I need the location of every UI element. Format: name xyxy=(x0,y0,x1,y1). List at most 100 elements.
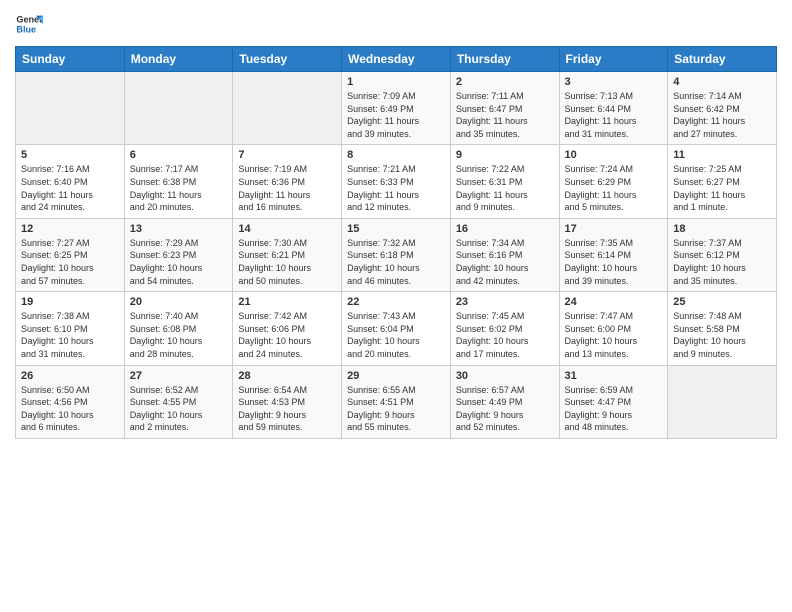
calendar-cell: 12 Sunrise: 7:27 AM Sunset: 6:25 PM Dayli… xyxy=(16,218,125,291)
day-number: 14 xyxy=(238,223,336,235)
calendar-week-row-2: 5 Sunrise: 7:16 AM Sunset: 6:40 PM Daylig… xyxy=(16,145,777,218)
calendar-cell xyxy=(16,72,125,145)
calendar-cell: 10Sunrise: 7:24 AM Sunset: 6:29 PM Dayli… xyxy=(559,145,668,218)
day-info: Sunrise: 7:13 AM Sunset: 6:44 PM Dayligh… xyxy=(565,90,663,140)
day-info: Sunrise: 7:21 AM Sunset: 6:33 PM Dayligh… xyxy=(347,163,445,213)
weekday-header-tuesday: Tuesday xyxy=(233,47,342,72)
day-number: 9 xyxy=(456,149,554,161)
calendar-cell xyxy=(668,365,777,438)
day-info: Sunrise: 7:24 AM Sunset: 6:29 PM Dayligh… xyxy=(565,163,663,213)
day-number: 17 xyxy=(565,223,663,235)
calendar-cell: 9 Sunrise: 7:22 AM Sunset: 6:31 PM Daylig… xyxy=(450,145,559,218)
calendar-cell: 3 Sunrise: 7:13 AM Sunset: 6:44 PM Daylig… xyxy=(559,72,668,145)
calendar-cell: 11 Sunrise: 7:25 AM Sunset: 6:27 PM Dayli… xyxy=(668,145,777,218)
calendar-cell xyxy=(233,72,342,145)
day-number: 20 xyxy=(130,296,228,308)
day-number: 31 xyxy=(565,370,663,382)
day-info: Sunrise: 7:29 AM Sunset: 6:23 PM Dayligh… xyxy=(130,237,228,287)
calendar-cell: 7 Sunrise: 7:19 AM Sunset: 6:36 PM Daylig… xyxy=(233,145,342,218)
calendar-table: SundayMondayTuesdayWednesdayThursdayFrid… xyxy=(15,46,777,439)
day-info: Sunrise: 7:35 AM Sunset: 6:14 PM Dayligh… xyxy=(565,237,663,287)
calendar-cell: 18 Sunrise: 7:37 AM Sunset: 6:12 PM Dayli… xyxy=(668,218,777,291)
weekday-header-saturday: Saturday xyxy=(668,47,777,72)
calendar-cell: 23Sunrise: 7:45 AM Sunset: 6:02 PM Dayli… xyxy=(450,292,559,365)
day-number: 2 xyxy=(456,76,554,88)
calendar-cell: 28 Sunrise: 6:54 AM Sunset: 4:53 PM Dayli… xyxy=(233,365,342,438)
calendar-cell: 4 Sunrise: 7:14 AM Sunset: 6:42 PM Daylig… xyxy=(668,72,777,145)
day-info: Sunrise: 7:40 AM Sunset: 6:08 PM Dayligh… xyxy=(130,310,228,360)
calendar-cell: 17 Sunrise: 7:35 AM Sunset: 6:14 PM Dayli… xyxy=(559,218,668,291)
day-info: Sunrise: 7:14 AM Sunset: 6:42 PM Dayligh… xyxy=(673,90,771,140)
calendar-cell: 21Sunrise: 7:42 AM Sunset: 6:06 PM Dayli… xyxy=(233,292,342,365)
calendar-cell: 13 Sunrise: 7:29 AM Sunset: 6:23 PM Dayli… xyxy=(124,218,233,291)
day-number: 6 xyxy=(130,149,228,161)
day-info: Sunrise: 6:57 AM Sunset: 4:49 PM Dayligh… xyxy=(456,384,554,434)
calendar-cell: 15Sunrise: 7:32 AM Sunset: 6:18 PM Dayli… xyxy=(342,218,451,291)
day-info: Sunrise: 7:48 AM Sunset: 5:58 PM Dayligh… xyxy=(673,310,771,360)
calendar-cell: 25 Sunrise: 7:48 AM Sunset: 5:58 PM Dayli… xyxy=(668,292,777,365)
day-number: 3 xyxy=(565,76,663,88)
weekday-header-row: SundayMondayTuesdayWednesdayThursdayFrid… xyxy=(16,47,777,72)
day-info: Sunrise: 7:22 AM Sunset: 6:31 PM Dayligh… xyxy=(456,163,554,213)
logo: General Blue xyxy=(15,10,43,38)
day-number: 13 xyxy=(130,223,228,235)
calendar-cell: 26Sunrise: 6:50 AM Sunset: 4:56 PM Dayli… xyxy=(16,365,125,438)
calendar-cell: 14 Sunrise: 7:30 AM Sunset: 6:21 PM Dayli… xyxy=(233,218,342,291)
calendar-week-row-3: 12 Sunrise: 7:27 AM Sunset: 6:25 PM Dayli… xyxy=(16,218,777,291)
day-info: Sunrise: 7:37 AM Sunset: 6:12 PM Dayligh… xyxy=(673,237,771,287)
day-number: 5 xyxy=(21,149,119,161)
calendar-cell: 22 Sunrise: 7:43 AM Sunset: 6:04 PM Dayli… xyxy=(342,292,451,365)
calendar-cell: 8 Sunrise: 7:21 AM Sunset: 6:33 PM Daylig… xyxy=(342,145,451,218)
day-info: Sunrise: 7:43 AM Sunset: 6:04 PM Dayligh… xyxy=(347,310,445,360)
day-number: 16 xyxy=(456,223,554,235)
day-info: Sunrise: 7:30 AM Sunset: 6:21 PM Dayligh… xyxy=(238,237,336,287)
day-info: Sunrise: 6:52 AM Sunset: 4:55 PM Dayligh… xyxy=(130,384,228,434)
day-number: 25 xyxy=(673,296,771,308)
day-number: 12 xyxy=(21,223,119,235)
calendar-week-row-5: 26Sunrise: 6:50 AM Sunset: 4:56 PM Dayli… xyxy=(16,365,777,438)
weekday-header-monday: Monday xyxy=(124,47,233,72)
day-info: Sunrise: 7:09 AM Sunset: 6:49 PM Dayligh… xyxy=(347,90,445,140)
calendar-cell: 16Sunrise: 7:34 AM Sunset: 6:16 PM Dayli… xyxy=(450,218,559,291)
day-info: Sunrise: 6:50 AM Sunset: 4:56 PM Dayligh… xyxy=(21,384,119,434)
day-info: Sunrise: 7:27 AM Sunset: 6:25 PM Dayligh… xyxy=(21,237,119,287)
day-info: Sunrise: 7:19 AM Sunset: 6:36 PM Dayligh… xyxy=(238,163,336,213)
calendar-cell: 1 Sunrise: 7:09 AM Sunset: 6:49 PM Daylig… xyxy=(342,72,451,145)
day-number: 24 xyxy=(565,296,663,308)
day-number: 11 xyxy=(673,149,771,161)
calendar-cell: 27Sunrise: 6:52 AM Sunset: 4:55 PM Dayli… xyxy=(124,365,233,438)
calendar-cell: 6 Sunrise: 7:17 AM Sunset: 6:38 PM Daylig… xyxy=(124,145,233,218)
calendar-cell: 2 Sunrise: 7:11 AM Sunset: 6:47 PM Daylig… xyxy=(450,72,559,145)
calendar-week-row-1: 1 Sunrise: 7:09 AM Sunset: 6:49 PM Daylig… xyxy=(16,72,777,145)
day-info: Sunrise: 7:16 AM Sunset: 6:40 PM Dayligh… xyxy=(21,163,119,213)
day-number: 29 xyxy=(347,370,445,382)
calendar-cell: 29 Sunrise: 6:55 AM Sunset: 4:51 PM Dayli… xyxy=(342,365,451,438)
page-header: General Blue xyxy=(15,10,777,38)
day-number: 1 xyxy=(347,76,445,88)
weekday-header-sunday: Sunday xyxy=(16,47,125,72)
day-info: Sunrise: 6:54 AM Sunset: 4:53 PM Dayligh… xyxy=(238,384,336,434)
day-info: Sunrise: 6:59 AM Sunset: 4:47 PM Dayligh… xyxy=(565,384,663,434)
day-info: Sunrise: 7:45 AM Sunset: 6:02 PM Dayligh… xyxy=(456,310,554,360)
day-number: 18 xyxy=(673,223,771,235)
day-info: Sunrise: 7:47 AM Sunset: 6:00 PM Dayligh… xyxy=(565,310,663,360)
weekday-header-thursday: Thursday xyxy=(450,47,559,72)
day-info: Sunrise: 7:38 AM Sunset: 6:10 PM Dayligh… xyxy=(21,310,119,360)
day-info: Sunrise: 7:42 AM Sunset: 6:06 PM Dayligh… xyxy=(238,310,336,360)
calendar-cell: 20 Sunrise: 7:40 AM Sunset: 6:08 PM Dayli… xyxy=(124,292,233,365)
day-number: 22 xyxy=(347,296,445,308)
day-info: Sunrise: 7:25 AM Sunset: 6:27 PM Dayligh… xyxy=(673,163,771,213)
day-info: Sunrise: 7:17 AM Sunset: 6:38 PM Dayligh… xyxy=(130,163,228,213)
day-number: 4 xyxy=(673,76,771,88)
calendar-cell: 19 Sunrise: 7:38 AM Sunset: 6:10 PM Dayli… xyxy=(16,292,125,365)
calendar-cell: 30Sunrise: 6:57 AM Sunset: 4:49 PM Dayli… xyxy=(450,365,559,438)
day-number: 19 xyxy=(21,296,119,308)
svg-text:Blue: Blue xyxy=(16,24,36,34)
day-info: Sunrise: 6:55 AM Sunset: 4:51 PM Dayligh… xyxy=(347,384,445,434)
day-number: 28 xyxy=(238,370,336,382)
logo-icon: General Blue xyxy=(15,10,43,38)
calendar-cell: 31 Sunrise: 6:59 AM Sunset: 4:47 PM Dayli… xyxy=(559,365,668,438)
day-number: 8 xyxy=(347,149,445,161)
day-info: Sunrise: 7:11 AM Sunset: 6:47 PM Dayligh… xyxy=(456,90,554,140)
day-number: 7 xyxy=(238,149,336,161)
